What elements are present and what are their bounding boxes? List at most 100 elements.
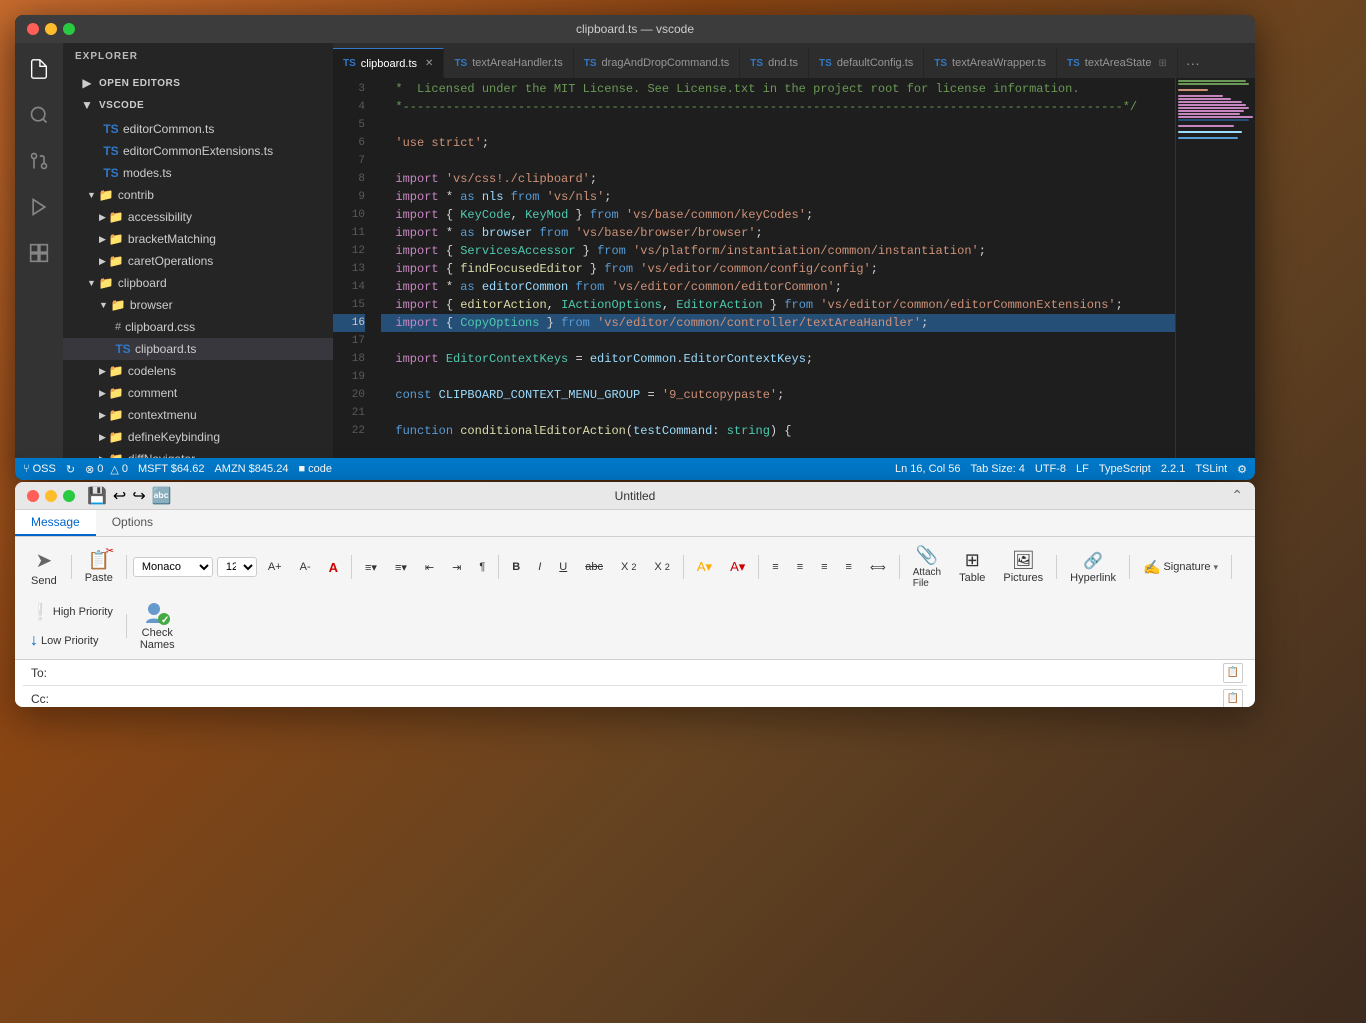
- mail-minimize-button[interactable]: [45, 490, 57, 502]
- cc-input[interactable]: [83, 687, 1223, 708]
- file-editorcommon[interactable]: TS editorCommon.ts: [63, 118, 333, 140]
- numbered-list-button[interactable]: ≡▾: [388, 557, 414, 578]
- folder-clipboard[interactable]: ▼ 📁 clipboard: [63, 272, 333, 294]
- maximize-button[interactable]: [63, 23, 75, 35]
- bold-button[interactable]: B: [505, 557, 527, 577]
- code-area[interactable]: 3 4 5 6 7 8 9 10 11 12 13 14 15 16 17 18: [333, 78, 1255, 458]
- folder-caretoperations[interactable]: ▶ 📁 caretOperations: [63, 250, 333, 272]
- table-button[interactable]: ⊞ Table: [952, 546, 992, 588]
- redo-icon[interactable]: ↪: [132, 486, 145, 506]
- bullet-list-button[interactable]: ≡▾: [358, 557, 384, 578]
- pictures-button[interactable]: 🖼 Pictures: [996, 546, 1050, 588]
- language-mode[interactable]: TypeScript: [1099, 463, 1151, 475]
- mail-expand-button[interactable]: ⌃: [1231, 487, 1243, 504]
- more-tabs-button[interactable]: ···: [1178, 48, 1208, 78]
- save-draft-icon[interactable]: 💾: [87, 486, 107, 506]
- close-button[interactable]: [27, 23, 39, 35]
- hyperlink-button[interactable]: 🔗 Hyperlink: [1063, 547, 1123, 588]
- file-modes[interactable]: TS modes.ts: [63, 162, 333, 184]
- files-activity-icon[interactable]: [21, 51, 57, 87]
- increase-indent-button[interactable]: ⇥: [445, 557, 468, 578]
- cc-picker-button[interactable]: 📋: [1223, 689, 1243, 708]
- stock-amzn[interactable]: AMZN $845.24: [214, 463, 288, 475]
- file-clipboard-css[interactable]: # clipboard.css: [63, 316, 333, 338]
- tab-draganddrop[interactable]: TS dragAndDropCommand.ts: [574, 48, 741, 78]
- folder-contrib[interactable]: ▼ 📁 contrib: [63, 184, 333, 206]
- mail-maximize-button[interactable]: [63, 490, 75, 502]
- send-button[interactable]: ➤ Send: [23, 545, 65, 590]
- mail-close-button[interactable]: [27, 490, 39, 502]
- underline-button[interactable]: U: [552, 557, 574, 577]
- format-icon[interactable]: 🔤: [152, 486, 172, 506]
- code-editor[interactable]: * Licensed under the MIT License. See Li…: [373, 78, 1175, 458]
- folder-definekeybinding[interactable]: ▶ 📁 defineKeybinding: [63, 426, 333, 448]
- italic-button[interactable]: I: [531, 557, 548, 577]
- to-picker-button[interactable]: 📋: [1223, 663, 1243, 683]
- subscript-button[interactable]: X2: [614, 557, 643, 577]
- extensions-activity-icon[interactable]: [21, 235, 57, 271]
- font-color-button[interactable]: A: [322, 556, 345, 579]
- align-center-button[interactable]: ≡: [790, 557, 810, 577]
- indent-mode[interactable]: Tab Size: 4: [970, 463, 1024, 475]
- tab-clipboard-ts[interactable]: TS clipboard.ts ✕: [333, 48, 444, 78]
- file-clipboard-ts[interactable]: TS clipboard.ts: [63, 338, 333, 360]
- tab-close-icon[interactable]: ✕: [425, 58, 433, 69]
- errors-warnings[interactable]: ⊗ 0 △ 0: [85, 463, 128, 476]
- check-names-button[interactable]: ✓ CheckNames: [133, 597, 182, 655]
- folder-accessibility[interactable]: ▶ 📁 accessibility: [63, 206, 333, 228]
- search-activity-icon[interactable]: [21, 97, 57, 133]
- vscode-section-header[interactable]: ▼ VSCODE: [63, 94, 333, 116]
- align-left-button[interactable]: ≡: [765, 557, 785, 577]
- sync-status[interactable]: ↻: [66, 463, 75, 476]
- open-editors-header[interactable]: ▶ OPEN EDITORS: [63, 72, 333, 94]
- tab-textareahandler[interactable]: TS textAreaHandler.ts: [444, 48, 573, 78]
- folder-diffnavigator[interactable]: ▶ 📁 diffNavigator: [63, 448, 333, 458]
- folder-comment[interactable]: ▶ 📁 comment: [63, 382, 333, 404]
- minimize-button[interactable]: [45, 23, 57, 35]
- pictures-label: Pictures: [1003, 572, 1043, 584]
- encoding[interactable]: UTF-8: [1035, 463, 1066, 475]
- undo-icon[interactable]: ↩: [113, 486, 126, 506]
- mail-tab-message[interactable]: Message: [15, 510, 96, 536]
- line-ending[interactable]: LF: [1076, 463, 1089, 475]
- folder-bracketmatching[interactable]: ▶ 📁 bracketMatching: [63, 228, 333, 250]
- strikethrough-button[interactable]: abc: [578, 557, 610, 577]
- debug-activity-icon[interactable]: [21, 189, 57, 225]
- stock-msft[interactable]: MSFT $64.62: [138, 463, 204, 475]
- font-size-select[interactable]: 12 10 14 16: [217, 557, 257, 577]
- signature-button[interactable]: ✍ Signature ▾: [1136, 555, 1225, 580]
- folder-browser[interactable]: ▼ 📁 browser: [63, 294, 333, 316]
- folder-contextmenu[interactable]: ▶ 📁 contextmenu: [63, 404, 333, 426]
- mail-tab-options[interactable]: Options: [96, 510, 169, 536]
- font-family-select[interactable]: Monaco Arial Times New Roman: [133, 557, 213, 577]
- decrease-font-button[interactable]: A-: [293, 557, 318, 577]
- code-line-10: import { KeyCode, KeyMod } from 'vs/base…: [381, 206, 1175, 224]
- low-priority-button[interactable]: ↓ Low Priority: [23, 628, 120, 654]
- attach-file-button[interactable]: 📎 AttachFile: [906, 541, 948, 593]
- rtl-button[interactable]: ⟺: [863, 557, 893, 578]
- highlight-button[interactable]: A▾: [690, 555, 719, 579]
- tslint[interactable]: TSLint: [1195, 463, 1227, 475]
- tab-textareawrapper[interactable]: TS textAreaWrapper.ts: [924, 48, 1057, 78]
- tab-defaultconfig[interactable]: TS defaultConfig.ts: [809, 48, 924, 78]
- increase-font-button[interactable]: A+: [261, 557, 289, 577]
- decrease-indent-button[interactable]: ⇤: [418, 557, 441, 578]
- file-editorcommonext[interactable]: TS editorCommonExtensions.ts: [63, 140, 333, 162]
- source-control-activity-icon[interactable]: [21, 143, 57, 179]
- paragraph-button[interactable]: ¶: [472, 557, 492, 577]
- tab-dnd[interactable]: TS dnd.ts: [740, 48, 809, 78]
- ts-version[interactable]: 2.2.1: [1161, 463, 1185, 475]
- paste-button[interactable]: 📋 ✂ Paste: [78, 546, 120, 588]
- align-right-button[interactable]: ≡: [814, 557, 834, 577]
- superscript-button[interactable]: X2: [647, 557, 676, 577]
- text-color-button[interactable]: A▾: [723, 555, 752, 579]
- tab-textareastate[interactable]: TS textAreaState ⊞: [1057, 48, 1178, 78]
- git-branch[interactable]: ⑂ OSS: [23, 463, 56, 475]
- high-priority-button[interactable]: ❕ High Priority: [23, 598, 120, 626]
- cursor-position[interactable]: Ln 16, Col 56: [895, 463, 960, 475]
- align-justify-button[interactable]: ≡: [839, 557, 859, 577]
- folder-codelens[interactable]: ▶ 📁 codelens: [63, 360, 333, 382]
- to-input[interactable]: [83, 661, 1223, 685]
- workspace-name[interactable]: ■ code: [298, 463, 332, 475]
- settings-icon[interactable]: ⚙: [1237, 463, 1247, 476]
